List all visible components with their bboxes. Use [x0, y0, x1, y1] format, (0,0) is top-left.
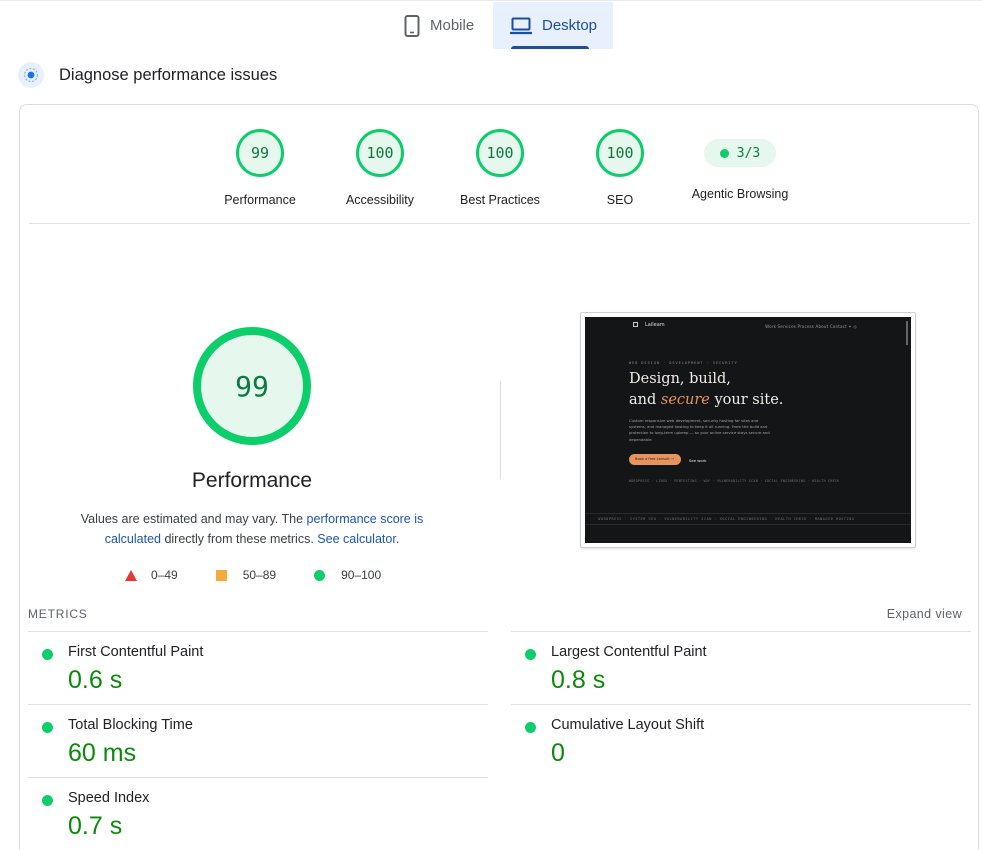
pass-dot-icon — [42, 722, 53, 733]
legend-fail: 0–49 — [125, 568, 178, 582]
tab-desktop-label: Desktop — [542, 17, 598, 34]
metric-tbt: Total Blocking Time 60 ms — [28, 704, 488, 777]
gauge-score: 100 — [596, 129, 644, 177]
gauge-performance[interactable]: 99 Performance — [200, 129, 320, 207]
pass-dot-icon — [42, 795, 53, 806]
category-gauges: 99 Performance 100 Accessibility 100 Bes… — [20, 129, 980, 211]
site-nav: Work Services Process About Contact ✦ ◎ — [765, 324, 857, 329]
tab-mobile-label: Mobile — [430, 17, 475, 34]
top-divider — [0, 0, 982, 1]
gauge-label: Agentic Browsing — [691, 187, 789, 201]
legend-range: 50–89 — [242, 568, 277, 582]
tab-desktop[interactable]: Desktop — [493, 2, 613, 49]
pass-dot-icon — [42, 649, 53, 660]
gauge-label: Best Practices — [460, 193, 540, 207]
site-body: Custom responsive web development, secur… — [629, 418, 770, 442]
performance-gauge: 99 — [193, 327, 311, 445]
note-text: Values are estimated and may vary. The — [80, 512, 307, 526]
diagnose-icon — [18, 62, 44, 88]
score-legend: 0–49 50–89 90–100 — [125, 568, 381, 582]
metric-value: 0.8 s — [551, 666, 606, 694]
pass-dot-icon — [525, 649, 536, 660]
metric-name: Cumulative Layout Shift — [551, 717, 705, 733]
metric-lcp: Largest Contentful Paint 0.8 s — [511, 631, 971, 704]
gauge-score: 99 — [236, 129, 284, 177]
legend-average: 50–89 — [215, 568, 277, 582]
gauge-label: SEO — [606, 193, 634, 207]
gauge-label: Accessibility — [345, 193, 415, 207]
site-tags: WORDPRESS · LINUX · PENTESTING · WAF · V… — [629, 479, 840, 483]
device-tabs: Mobile Desktop — [0, 2, 982, 50]
score-note: Values are estimated and may vary. The p… — [72, 510, 432, 549]
agentic-pill: 3/3 — [704, 139, 776, 167]
gauge-accessibility[interactable]: 100 Accessibility — [320, 129, 440, 207]
triangle-icon — [125, 569, 137, 581]
metric-name: Largest Contentful Paint — [551, 644, 707, 660]
headline-accent: secure — [660, 392, 710, 408]
legend-range: 0–49 — [151, 568, 178, 582]
metric-name: Total Blocking Time — [68, 717, 193, 733]
page-screenshot: Laileam Work Services Process About Cont… — [580, 312, 916, 548]
section-header: Diagnose performance issues — [18, 62, 277, 88]
site-secondary-link: See work — [689, 458, 707, 463]
headline-line: Design, build, — [629, 371, 731, 387]
calculator-link[interactable]: See calculator — [317, 532, 396, 546]
pass-dot-icon — [525, 722, 536, 733]
site-headline: Design, build, and secure your site. — [629, 369, 783, 411]
performance-title: Performance — [191, 469, 313, 492]
metric-name: Speed Index — [68, 790, 150, 806]
metrics-heading: METRICS — [28, 607, 88, 621]
gauge-seo[interactable]: 100 SEO — [560, 129, 680, 207]
legend-pass: 90–100 — [314, 568, 381, 582]
note-text: directly from these metrics. — [160, 531, 318, 546]
metric-cls: Cumulative Layout Shift 0 — [511, 704, 971, 777]
metric-si: Speed Index 0.7 s — [28, 777, 488, 850]
divider — [29, 223, 970, 224]
site-scrollbar — [906, 321, 908, 345]
gauge-score: 100 — [476, 129, 524, 177]
metric-name: First Contentful Paint — [68, 644, 204, 660]
site-logo: Laileam — [633, 322, 665, 328]
phone-icon — [404, 14, 420, 37]
tab-mobile[interactable]: Mobile — [400, 2, 492, 49]
logo-mark-icon — [633, 322, 638, 327]
report-card: 99 Performance 100 Accessibility 100 Bes… — [19, 104, 979, 850]
vertical-divider — [500, 381, 501, 479]
site-cta: Book a free consult → — [629, 454, 681, 465]
gauge-score: 3/3 — [736, 145, 761, 161]
pass-dot-icon — [719, 148, 729, 158]
gauge-score: 100 — [356, 129, 404, 177]
site-eyebrow: WEB DESIGN · DEVELOPMENT · SECURITY — [629, 361, 738, 365]
metric-value: 0.7 s — [68, 812, 123, 840]
gauge-best-practices[interactable]: 100 Best Practices — [440, 129, 560, 207]
headline-line: your site. — [709, 392, 784, 408]
metric-fcp: First Contentful Paint 0.6 s — [28, 631, 488, 704]
site-brand: Laileam — [645, 322, 665, 328]
expand-view-button[interactable]: Expand view — [887, 607, 962, 621]
headline-line: and — [629, 392, 661, 408]
screenshot-content: Laileam Work Services Process About Cont… — [585, 317, 911, 543]
metric-value: 60 ms — [68, 739, 137, 767]
site-ticker: · WORDPRESS · SYSTEM SEO · VULNERABILITY… — [585, 513, 911, 525]
metric-value: 0 — [551, 739, 565, 767]
square-icon — [215, 569, 227, 581]
tab-selected-indicator — [511, 46, 589, 49]
section-title: Diagnose performance issues — [59, 65, 278, 84]
gauge-label: Performance — [224, 193, 296, 207]
legend-range: 90–100 — [341, 568, 382, 582]
note-text: . — [395, 531, 400, 546]
metric-value: 0.6 s — [68, 666, 123, 694]
gauge-agentic-browsing[interactable]: 3/3 Agentic Browsing — [680, 129, 800, 201]
laptop-icon — [510, 17, 532, 35]
circle-icon — [314, 569, 326, 581]
